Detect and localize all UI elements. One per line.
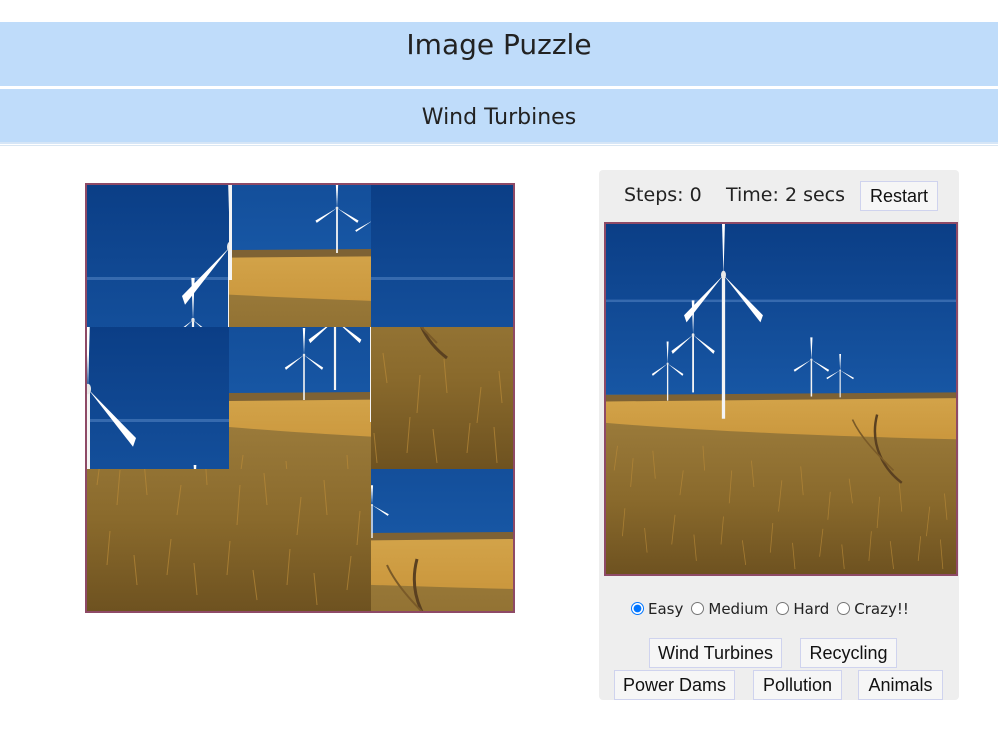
puzzle-tile[interactable]	[371, 327, 513, 469]
difficulty-label: Medium	[708, 600, 769, 618]
puzzle-tile[interactable]	[229, 185, 371, 327]
difficulty-label: Crazy!!	[854, 600, 909, 618]
difficulty-option-crazy[interactable]: Crazy!!	[837, 600, 909, 618]
puzzle-tile[interactable]	[371, 469, 513, 611]
difficulty-radio[interactable]	[776, 602, 790, 615]
puzzle-tile[interactable]	[229, 469, 371, 611]
difficulty-radio[interactable]	[691, 602, 705, 615]
restart-button[interactable]: Restart	[860, 181, 938, 211]
image-button-pollution[interactable]: Pollution	[753, 670, 842, 700]
puzzle-tile[interactable]	[87, 469, 229, 611]
puzzle-tile[interactable]	[371, 185, 513, 327]
page-title: Image Puzzle	[406, 28, 592, 61]
image-button-recycling[interactable]: Recycling	[800, 638, 897, 668]
steps-counter: Steps: 0	[624, 184, 702, 206]
difficulty-label: Easy	[648, 600, 684, 618]
difficulty-option-easy[interactable]: Easy	[631, 600, 683, 618]
image-button-wind-turbines[interactable]: Wind Turbines	[649, 638, 782, 668]
puzzle-name: Wind Turbines	[421, 105, 577, 130]
difficulty-option-medium[interactable]: Medium	[691, 600, 768, 618]
header: Image Puzzle	[0, 22, 998, 86]
divider	[0, 145, 998, 146]
timer: Time: 2 secs	[726, 184, 846, 206]
difficulty-selector: Easy Medium Hard Crazy!!	[631, 600, 917, 618]
difficulty-radio[interactable]	[837, 602, 851, 615]
difficulty-option-hard[interactable]: Hard	[776, 600, 829, 618]
puzzle-board	[85, 183, 515, 613]
image-button-animals[interactable]: Animals	[858, 670, 943, 700]
puzzle-tile[interactable]	[229, 327, 371, 469]
difficulty-label: Hard	[793, 600, 830, 618]
image-button-power-dams[interactable]: Power Dams	[614, 670, 735, 700]
difficulty-radio[interactable]	[631, 602, 644, 615]
preview-image	[604, 222, 958, 576]
control-panel: Steps: 0 Time: 2 secs Restart Easy Medium…	[599, 170, 959, 700]
puzzle-tile[interactable]	[87, 185, 229, 327]
subheader: Wind Turbines	[0, 89, 998, 144]
puzzle-tile[interactable]	[87, 327, 229, 469]
